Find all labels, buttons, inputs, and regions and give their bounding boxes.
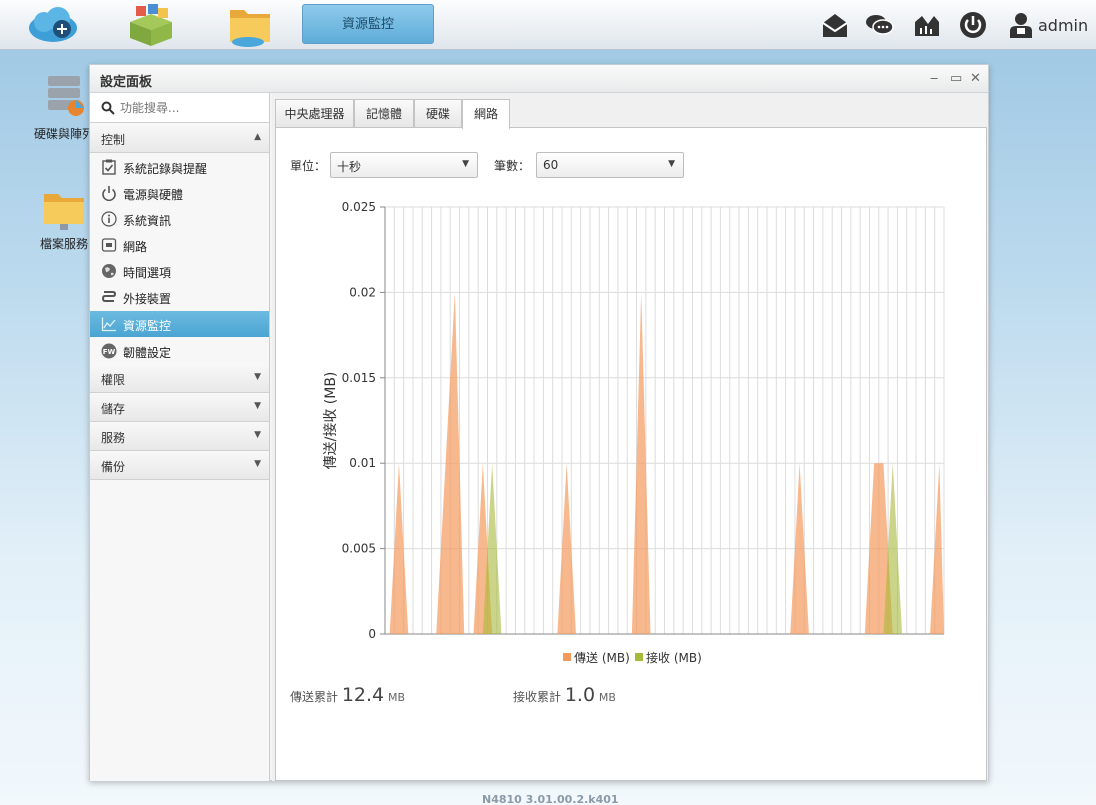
sidebar-item-label: 電源與硬體 xyxy=(123,188,184,202)
tab-cpu[interactable]: 中央處理器 xyxy=(275,99,354,128)
chevron-down-icon: ▼ xyxy=(254,430,261,440)
minimize-button[interactable]: ‒ xyxy=(930,71,938,86)
y-tick-label: 0.005 xyxy=(342,542,376,556)
tab-memory[interactable]: 記憶體 xyxy=(354,99,414,128)
chevron-down-icon: ▼ xyxy=(254,401,261,411)
section-control[interactable]: 控制 ▲ xyxy=(90,124,269,153)
y-tick-label: 0.025 xyxy=(342,200,376,214)
mail-icon[interactable] xyxy=(820,10,850,40)
chevron-up-icon: ▲ xyxy=(254,132,261,142)
sidebar-item-label: 網路 xyxy=(123,240,148,254)
sidebar-item-time-options[interactable]: 時間選項 xyxy=(90,258,269,284)
legend-swatch-sent xyxy=(563,653,571,661)
globe-clock-icon xyxy=(102,264,116,278)
sidebar-item-system-info[interactable]: 系統資訊 xyxy=(90,206,269,232)
section-backup[interactable]: 備份 ▼ xyxy=(90,451,269,480)
section-services[interactable]: 服務 ▼ xyxy=(90,422,269,451)
network-monitor-icon[interactable] xyxy=(912,10,942,40)
settings-window: 設定面板 ‒ ▭ ✕ 控制 ▲ 系統記錄與提醒 xyxy=(89,64,989,781)
disk-raid-icon xyxy=(48,76,84,116)
y-tick-label: 0.02 xyxy=(349,285,376,299)
chat-icon[interactable] xyxy=(864,10,894,40)
window-title-bar[interactable]: 設定面板 ‒ ▭ ✕ xyxy=(90,65,988,93)
sent-total-label: 傳送累計 xyxy=(290,690,339,704)
recv-total: 接收累計 1.0 MB xyxy=(513,684,616,706)
firmware-version: N4810 3.01.00.2.k401 xyxy=(482,793,619,805)
app-center-icon[interactable] xyxy=(124,2,178,48)
sent-total-unit: MB xyxy=(387,691,406,704)
y-tick-label: 0.015 xyxy=(342,371,376,385)
y-tick-label: 0 xyxy=(368,627,376,641)
active-app-tab-resource-monitor[interactable]: 資源監控 xyxy=(302,4,434,44)
clipboard-check-icon xyxy=(102,159,116,175)
search-input[interactable] xyxy=(120,98,260,118)
sent-total: 傳送累計 12.4 MB xyxy=(290,684,405,706)
chevron-down-icon: ▼ xyxy=(254,459,261,469)
search-icon xyxy=(101,101,115,115)
section-label: 權限 xyxy=(101,373,126,387)
window-title: 設定面板 xyxy=(100,75,153,90)
sidebar-item-label: 系統記錄與提醒 xyxy=(123,162,208,176)
sidebar-item-label: 外接裝置 xyxy=(123,292,172,306)
power-icon xyxy=(102,186,116,201)
usb-icon xyxy=(101,291,117,302)
legend-swatch-received xyxy=(635,653,643,661)
sidebar-item-firmware[interactable]: FW 韌體設定 xyxy=(90,338,269,364)
legend-label-received: 接收 (MB) xyxy=(646,650,702,665)
sidebar-item-label: 系統資訊 xyxy=(123,214,172,228)
recv-total-unit: MB xyxy=(598,691,616,704)
sidebar-item-network[interactable]: 網路 xyxy=(90,232,269,258)
chart-line-icon xyxy=(101,317,116,332)
cloud-app-icon[interactable] xyxy=(26,2,80,48)
sidebar: 控制 ▲ 系統記錄與提醒 電源與硬體 系統資訊 xyxy=(90,93,270,781)
recv-total-label: 接收累計 xyxy=(513,690,562,704)
sidebar-item-label: 資源監控 xyxy=(123,319,172,333)
user-name-label[interactable]: admin xyxy=(1038,16,1088,35)
maximize-button[interactable]: ▭ xyxy=(950,71,962,86)
power-icon[interactable] xyxy=(958,10,988,40)
firmware-icon: FW xyxy=(101,343,117,359)
network-chart: 0 0.005 0.01 0.015 0.02 0.025 傳送/接收 (MB) 傳送 (MB… xyxy=(322,200,945,665)
section-label: 服務 xyxy=(101,431,126,445)
search-box[interactable] xyxy=(90,93,269,123)
chevron-down-icon: ▼ xyxy=(254,372,261,382)
y-tick-label: 0.01 xyxy=(349,456,376,470)
legend-label-sent: 傳送 (MB) xyxy=(574,650,630,665)
recv-total-value: 1.0 xyxy=(564,684,596,706)
user-icon[interactable] xyxy=(1006,10,1036,40)
y-axis-label: 傳送/接收 (MB) xyxy=(322,372,339,470)
section-permissions[interactable]: 權限 ▼ xyxy=(90,364,269,393)
sidebar-item-system-log[interactable]: 系統記錄與提醒 xyxy=(90,154,269,180)
info-icon xyxy=(101,211,117,227)
sidebar-item-label: 韌體設定 xyxy=(123,346,172,360)
section-label: 備份 xyxy=(101,460,126,474)
close-button[interactable]: ✕ xyxy=(970,71,981,86)
content-area: 中央處理器 記憶體 硬碟 網路 單位： 十秒 ▼ 筆數： 60 ▼ 0 0.005… xyxy=(272,93,988,781)
tab-network[interactable]: 網路 xyxy=(462,99,510,129)
svg-text:FW: FW xyxy=(103,348,116,356)
sidebar-item-resource-monitor[interactable]: 資源監控 xyxy=(90,311,269,337)
folder-cloud-icon[interactable] xyxy=(224,2,278,48)
top-taskbar: 資源監控 admin xyxy=(0,0,1096,50)
section-label: 儲存 xyxy=(101,402,126,416)
sidebar-item-external-devices[interactable]: 外接裝置 xyxy=(90,284,269,310)
section-label: 控制 xyxy=(101,133,126,147)
sidebar-item-power-hardware[interactable]: 電源與硬體 xyxy=(90,180,269,206)
file-service-icon xyxy=(44,194,84,230)
network-port-icon xyxy=(101,238,117,252)
network-panel: 單位： 十秒 ▼ 筆數： 60 ▼ 0 0.005 0.01 0.015 0.02 0.0… xyxy=(275,127,987,781)
section-storage[interactable]: 儲存 ▼ xyxy=(90,393,269,422)
sent-total-value: 12.4 xyxy=(341,684,385,706)
sidebar-item-label: 時間選項 xyxy=(123,266,172,280)
tab-disk[interactable]: 硬碟 xyxy=(414,99,462,128)
